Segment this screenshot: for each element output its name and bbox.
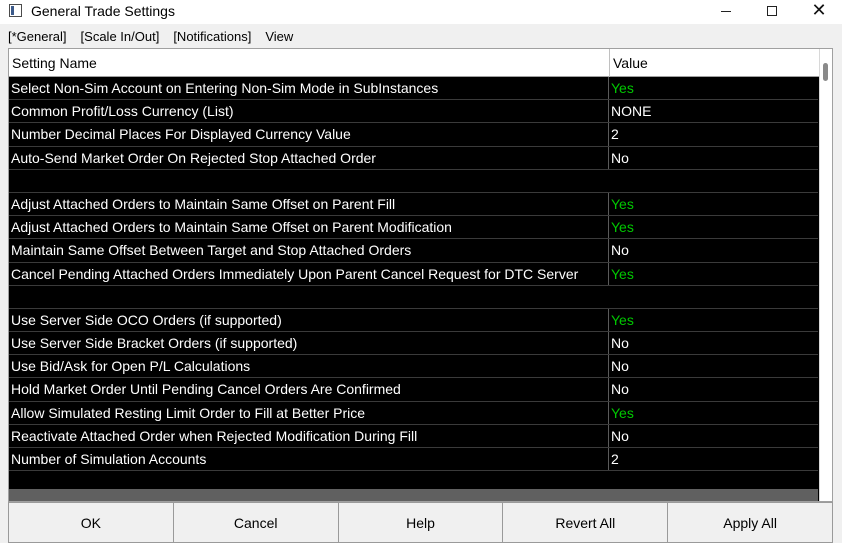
apply-all-button[interactable]: Apply All [667,502,833,543]
setting-row[interactable]: Cancel Pending Attached Orders Immediate… [9,262,818,286]
cell-divider [608,308,609,332]
setting-value-cell[interactable]: No [611,335,629,351]
maximize-icon [767,6,777,16]
scrollbar-thumb[interactable] [823,63,828,81]
ok-button[interactable]: OK [8,502,173,543]
cell-divider [608,262,609,285]
cell-divider [608,401,609,424]
setting-name-cell: Allow Simulated Resting Limit Order to F… [11,404,366,421]
cell-divider [608,123,609,146]
setting-row[interactable]: Adjust Attached Orders to Maintain Same … [9,192,818,217]
setting-name-cell: Reactivate Attached Order when Rejected … [11,427,418,444]
setting-value-cell[interactable]: No [611,381,629,397]
cell-divider [608,192,609,216]
setting-name-cell: Use Bid/Ask for Open P/L Calculations [11,358,251,375]
setting-row[interactable]: Common Profit/Loss Currency (List) NONE [9,100,818,124]
setting-name-cell: Use Server Side OCO Orders (if supported… [11,311,282,328]
setting-value-cell[interactable]: Yes [611,266,634,282]
revert-all-button[interactable]: Revert All [502,502,668,543]
minimize-button[interactable] [703,0,749,22]
setting-value-cell[interactable]: No [611,428,629,444]
menu-view[interactable]: View [265,29,293,44]
setting-value-cell[interactable]: Yes [611,219,634,235]
setting-value-cell[interactable]: Yes [611,405,634,421]
setting-name-cell: Common Profit/Loss Currency (List) [11,103,234,120]
maximize-button[interactable] [749,0,795,22]
column-divider[interactable] [609,49,610,77]
vertical-scrollbar[interactable] [819,49,832,501]
cell-divider [608,332,609,355]
setting-value-cell[interactable]: 2 [611,126,619,142]
menu-general[interactable]: [*General] [8,29,67,44]
setting-value-cell[interactable]: 2 [611,451,619,467]
window-title: General Trade Settings [31,3,175,19]
setting-row[interactable]: Allow Simulated Resting Limit Order to F… [9,401,818,425]
menu-scale-in-out[interactable]: [Scale In/Out] [81,29,160,44]
setting-name-cell: Cancel Pending Attached Orders Immediate… [11,265,579,282]
setting-row[interactable]: Hold Market Order Until Pending Cancel O… [9,378,818,402]
setting-value-cell[interactable]: Yes [611,312,634,328]
close-button[interactable]: ✕ [796,0,842,22]
setting-name-cell: Auto-Send Market Order On Rejected Stop … [11,149,376,166]
separator-row [9,286,818,309]
menu-notifications[interactable]: [Notifications] [173,29,251,44]
settings-grid: Setting Name Value Select Non-Sim Accoun… [8,48,833,502]
setting-value-cell[interactable]: Yes [611,80,634,96]
setting-name-cell: Hold Market Order Until Pending Cancel O… [11,381,401,398]
cell-divider [608,216,609,239]
minimize-icon [721,10,731,12]
setting-row[interactable]: Number of Simulation Accounts 2 [9,448,818,472]
settings-rows: Select Non-Sim Account on Entering Non-S… [9,77,818,495]
setting-name-cell: Maintain Same Offset Between Target and … [11,242,412,259]
setting-row[interactable]: Use Server Side OCO Orders (if supported… [9,308,818,333]
setting-name-cell: Adjust Attached Orders to Maintain Same … [11,219,452,236]
column-header-setting-name[interactable]: Setting Name [12,55,97,71]
setting-value-cell[interactable]: No [611,242,629,258]
setting-value-cell[interactable]: No [611,150,629,166]
setting-row[interactable]: Use Bid/Ask for Open P/L Calculations No [9,355,818,379]
setting-row[interactable]: Maintain Same Offset Between Target and … [9,239,818,263]
cancel-button[interactable]: Cancel [172,502,338,543]
setting-row[interactable]: Number Decimal Places For Displayed Curr… [9,123,818,147]
setting-value-cell[interactable]: NONE [611,103,651,119]
setting-row[interactable]: Use Server Side Bracket Orders (if suppo… [9,332,818,356]
grid-header: Setting Name Value [9,49,832,77]
cell-divider [608,146,609,169]
cell-divider [608,100,609,123]
cell-divider [608,77,609,100]
menu-bar: [*General] [Scale In/Out] [Notifications… [0,26,842,46]
cell-divider [608,424,609,447]
partial-section-row [9,489,818,501]
help-button[interactable]: Help [337,502,503,543]
setting-name-cell: Select Non-Sim Account on Entering Non-S… [11,80,439,96]
column-header-value[interactable]: Value [613,55,648,71]
setting-value-cell[interactable]: Yes [611,196,634,212]
setting-name-cell: Use Server Side Bracket Orders (if suppo… [11,335,298,352]
title-bar: General Trade Settings ✕ [0,0,842,24]
cell-divider [608,355,609,378]
cell-divider [608,239,609,262]
button-bar: OK Cancel Help Revert All Apply All [8,502,833,543]
setting-value-cell[interactable]: No [611,358,629,374]
setting-name-cell: Number Decimal Places For Displayed Curr… [11,126,351,143]
cell-divider [608,448,609,471]
close-icon: ✕ [811,0,827,21]
setting-name-cell: Adjust Attached Orders to Maintain Same … [11,195,396,212]
setting-name-cell: Number of Simulation Accounts [11,451,207,467]
setting-row[interactable]: Reactivate Attached Order when Rejected … [9,424,818,448]
separator-row [9,170,818,193]
setting-row[interactable]: Select Non-Sim Account on Entering Non-S… [9,77,818,101]
app-icon [9,4,22,17]
cell-divider [608,378,609,401]
setting-row[interactable]: Adjust Attached Orders to Maintain Same … [9,216,818,240]
setting-row[interactable]: Auto-Send Market Order On Rejected Stop … [9,146,818,170]
